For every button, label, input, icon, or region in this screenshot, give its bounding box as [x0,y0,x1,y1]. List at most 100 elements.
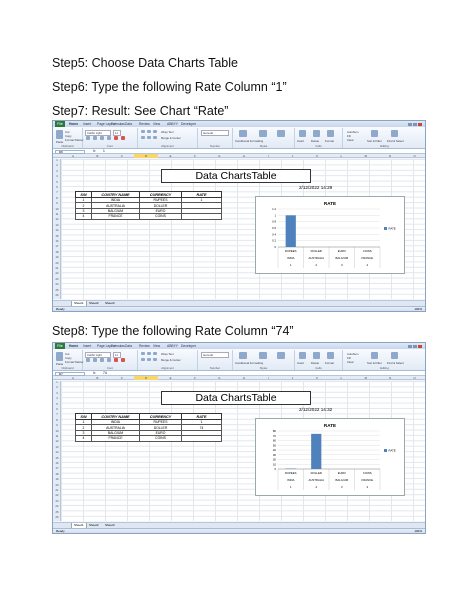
row-header[interactable]: 4 [53,397,61,400]
wrap-text-button[interactable]: Wrap Text [161,130,174,134]
column-header[interactable]: E [159,154,183,158]
sheet-grid[interactable]: 1 2 3 4 5 6 7 8 9 10 11 12 13 14 15 16 17 18 19 20 21 22 23 24 2… [53,159,425,299]
number-format-select[interactable]: General [201,130,229,136]
row-header[interactable]: 18 [53,251,61,254]
format-cells-button[interactable]: Format [325,139,334,143]
table-cell[interactable]: FRANCE [91,435,140,442]
merge-center-button[interactable]: Merge & Center [161,136,181,140]
align-icon[interactable] [147,136,151,139]
sort-filter-button[interactable]: Sort & Filter [367,139,382,143]
format-cells-icon[interactable] [327,130,334,137]
row-header[interactable]: 15 [53,457,61,460]
underline-icon[interactable] [100,358,104,362]
align-icon[interactable] [147,358,151,361]
fill-color-icon[interactable] [114,358,118,362]
column-header[interactable]: N [378,376,402,380]
row-header[interactable]: 19 [53,256,61,259]
column-header[interactable]: I [256,376,280,380]
sheet-grid[interactable]: 1 2 3 4 5 6 7 8 9 10 11 12 13 14 15 16 17 18 19 20 21 22 23 24 2… [53,381,425,521]
sort-filter-icon[interactable] [371,352,378,359]
row-header[interactable]: 8 [53,419,61,422]
column-header[interactable]: H [232,376,256,380]
row-header[interactable]: 2 [53,386,61,389]
row-header[interactable]: 11 [53,435,61,438]
row-header[interactable]: 10 [53,208,61,211]
column-header[interactable]: D [134,376,159,380]
delete-cells-button[interactable]: Delete [311,139,319,143]
insert-cells-icon[interactable] [299,130,306,137]
column-header[interactable]: C [110,376,134,380]
row-header[interactable]: 13 [53,224,61,227]
row-header[interactable]: 14 [53,229,61,232]
column-header[interactable]: G [207,154,231,158]
find-select-button[interactable]: Find & Select [387,139,404,143]
row-header[interactable]: 7 [53,413,61,416]
row-header[interactable]: 1 [53,381,61,384]
row-header[interactable]: 5 [53,403,61,406]
close-icon[interactable] [418,345,422,348]
align-icon[interactable] [153,136,157,139]
sort-filter-button[interactable]: Sort & Filter [367,361,382,365]
row-header[interactable]: 26 [53,516,61,519]
row-header[interactable]: 18 [53,473,61,476]
row-header[interactable]: 24 [53,283,61,286]
table-cell[interactable] [181,213,222,220]
borders-icon[interactable] [107,358,111,362]
column-header[interactable]: I [256,154,280,158]
conditional-formatting-icon[interactable] [239,130,247,137]
align-icon[interactable] [141,130,145,133]
insert-cells-button[interactable]: Insert [297,361,304,365]
rate-chart[interactable]: RATE 0 10 20 30 40 50 60 70 80 RUPEES DOLLER EURO COI… [255,418,405,496]
maximize-icon[interactable] [413,123,417,126]
bold-icon[interactable] [86,136,90,140]
cell-styles-icon[interactable] [277,352,285,359]
find-select-icon[interactable] [391,130,398,137]
table-cell[interactable]: 4 [75,435,92,442]
format-as-table-icon[interactable] [259,130,267,137]
align-icon[interactable] [141,358,145,361]
row-header[interactable]: 2 [53,164,61,167]
row-header[interactable]: 22 [53,494,61,497]
row-header[interactable]: 10 [53,430,61,433]
row-header[interactable]: 9 [53,424,61,427]
minimize-icon[interactable] [408,123,412,126]
column-header[interactable]: K [305,154,329,158]
column-header[interactable]: J [281,376,305,380]
name-box[interactable]: D7 [55,371,85,376]
row-header[interactable]: 17 [53,467,61,470]
table-cell[interactable] [181,435,222,442]
table-cell[interactable]: COINS [139,435,182,442]
column-header[interactable]: K [305,376,329,380]
clear-button[interactable]: Clear [347,360,354,364]
delete-cells-button[interactable]: Delete [311,361,319,365]
column-header[interactable]: D [134,154,159,158]
delete-cells-icon[interactable] [313,130,320,137]
column-header[interactable]: H [232,154,256,158]
column-header[interactable]: A [61,154,85,158]
clear-button[interactable]: Clear [347,138,354,142]
align-icon[interactable] [141,352,145,355]
row-header[interactable]: 13 [53,446,61,449]
paste-icon[interactable] [56,130,63,139]
rate-chart[interactable]: RATE 0 0.2 0.4 0.6 0.8 1 1.2 RUPEES DOLLER EURO COI… [255,196,405,274]
row-header[interactable]: 21 [53,489,61,492]
row-header[interactable]: 23 [53,500,61,503]
row-header[interactable]: 26 [53,294,61,297]
format-as-table-icon[interactable] [259,352,267,359]
row-header[interactable]: 1 [53,159,61,162]
find-select-button[interactable]: Find & Select [387,361,404,365]
sort-filter-icon[interactable] [371,130,378,137]
column-header[interactable]: F [183,154,207,158]
maximize-icon[interactable] [413,345,417,348]
align-icon[interactable] [153,352,157,355]
wrap-text-button[interactable]: Wrap Text [161,352,174,356]
row-header[interactable]: 19 [53,478,61,481]
conditional-formatting-button[interactable]: Conditional Formatting [235,139,263,143]
table-cell[interactable]: FRANCE [91,213,140,220]
zoom-level[interactable]: 100% [414,529,422,533]
delete-cells-icon[interactable] [313,352,320,359]
align-icon[interactable] [141,136,145,139]
table-cell[interactable]: COINS [139,213,182,220]
find-select-icon[interactable] [391,352,398,359]
column-header[interactable]: O [403,376,425,380]
